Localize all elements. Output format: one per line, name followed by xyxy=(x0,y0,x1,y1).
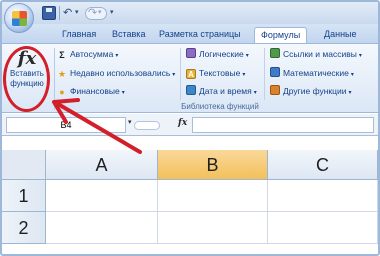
more-functions-button[interactable]: Другие функции ▾ xyxy=(270,85,352,98)
formula-input[interactable] xyxy=(192,117,374,133)
math-trig-button[interactable]: Математические ▾ xyxy=(270,67,354,80)
column-separator xyxy=(264,48,265,100)
calendar-icon xyxy=(186,85,196,95)
row-header-1[interactable]: 1 xyxy=(2,180,46,212)
excel-window: ↶ ▾ ↷ ▾ ▾ Главная Вставка Разметка стран… xyxy=(0,0,380,256)
column-header-c[interactable]: C xyxy=(268,150,378,180)
cell-a2[interactable] xyxy=(46,212,158,244)
save-icon[interactable] xyxy=(42,6,56,20)
book-icon xyxy=(270,48,280,58)
book-icon xyxy=(270,85,280,95)
column-header-b[interactable]: B xyxy=(158,150,268,180)
chevron-down-icon: ▾ xyxy=(350,72,354,78)
chevron-down-icon: ▾ xyxy=(348,90,352,96)
formula-bar-splitter[interactable] xyxy=(134,121,160,130)
chevron-down-icon: ▾ xyxy=(253,90,257,96)
group-label-function-library: Библиотека функций xyxy=(181,102,259,111)
autosum-button[interactable]: Σ Автосумма ▾ xyxy=(57,48,118,61)
insert-function-fx-icon[interactable]: fx xyxy=(178,118,187,128)
date-time-button[interactable]: Дата и время ▾ xyxy=(186,85,257,98)
chevron-down-icon: ▾ xyxy=(245,53,249,59)
undo-icon[interactable]: ↶ xyxy=(63,5,72,21)
cell-b1[interactable] xyxy=(158,180,268,212)
formula-bar: B4 ▾ fx xyxy=(2,114,378,136)
text-label: Текстовые xyxy=(199,68,241,78)
financial-label: Финансовые xyxy=(70,86,120,96)
text-icon: A xyxy=(186,69,196,79)
cell-b2[interactable] xyxy=(158,212,268,244)
ribbon-tabs: Главная Вставка Разметка страницы Формул… xyxy=(2,24,378,43)
chevron-down-icon: ▾ xyxy=(242,72,246,78)
ribbon-formulas: fx Вставить функцию Σ Автосумма ▾ ★ Недавно… xyxy=(2,43,378,113)
quick-access-separator xyxy=(59,6,60,20)
tab-page-layout[interactable]: Разметка страницы xyxy=(159,27,241,43)
chevron-down-icon: ▾ xyxy=(358,53,362,59)
group-separator xyxy=(54,48,55,110)
undo-dropdown-icon[interactable]: ▾ xyxy=(75,5,79,21)
tab-formulas[interactable]: Формулы xyxy=(254,27,308,43)
office-button[interactable] xyxy=(4,3,34,33)
logical-label: Логические xyxy=(199,49,244,59)
chevron-down-icon: ▾ xyxy=(115,53,119,59)
chevron-down-icon: ▾ xyxy=(172,72,176,78)
recently-used-button[interactable]: ★ Недавно использовались ▾ xyxy=(57,67,175,80)
text-button[interactable]: A Текстовые ▾ xyxy=(186,67,245,80)
cell-c2[interactable] xyxy=(268,212,378,244)
logical-button[interactable]: Логические ▾ xyxy=(186,48,249,61)
coins-icon: ● xyxy=(59,87,65,97)
row-header-2[interactable]: 2 xyxy=(2,212,46,244)
lookup-reference-label: Ссылки и массивы xyxy=(283,49,357,59)
math-trig-label: Математические xyxy=(283,68,349,78)
sigma-icon: Σ xyxy=(59,50,65,60)
autosum-label: Автосумма xyxy=(70,49,114,59)
date-time-label: Дата и время xyxy=(199,86,252,96)
book-icon xyxy=(186,48,196,58)
lookup-reference-button[interactable]: Ссылки и массивы ▾ xyxy=(270,48,362,61)
cell-c1[interactable] xyxy=(268,180,378,212)
title-bar: ↶ ▾ ↷ ▾ ▾ xyxy=(2,2,378,24)
redo-dropdown-icon[interactable]: ▾ xyxy=(98,5,102,21)
cell-a1[interactable] xyxy=(46,180,158,212)
redo-icon[interactable]: ↷ xyxy=(88,5,97,21)
recently-used-label: Недавно использовались xyxy=(70,68,171,78)
book-icon xyxy=(270,67,280,77)
name-box-dropdown-icon[interactable]: ▾ xyxy=(128,118,132,126)
customize-quick-access-icon[interactable]: ▾ xyxy=(110,5,114,21)
worksheet-grid: A B C 1 2 xyxy=(2,136,378,254)
tab-data[interactable]: Данные xyxy=(324,27,357,43)
office-logo-icon xyxy=(12,11,27,26)
more-functions-label: Другие функции xyxy=(283,86,347,96)
column-separator xyxy=(180,48,181,100)
tab-insert[interactable]: Вставка xyxy=(112,27,145,43)
column-header-a[interactable]: A xyxy=(46,150,158,180)
star-icon: ★ xyxy=(57,69,67,79)
financial-button[interactable]: ● Финансовые ▾ xyxy=(57,85,125,98)
name-box[interactable]: B4 xyxy=(6,117,126,133)
annotation-circle xyxy=(3,46,50,112)
tab-home[interactable]: Главная xyxy=(62,27,96,43)
select-all-corner[interactable] xyxy=(2,150,46,180)
chevron-down-icon: ▾ xyxy=(121,90,125,96)
